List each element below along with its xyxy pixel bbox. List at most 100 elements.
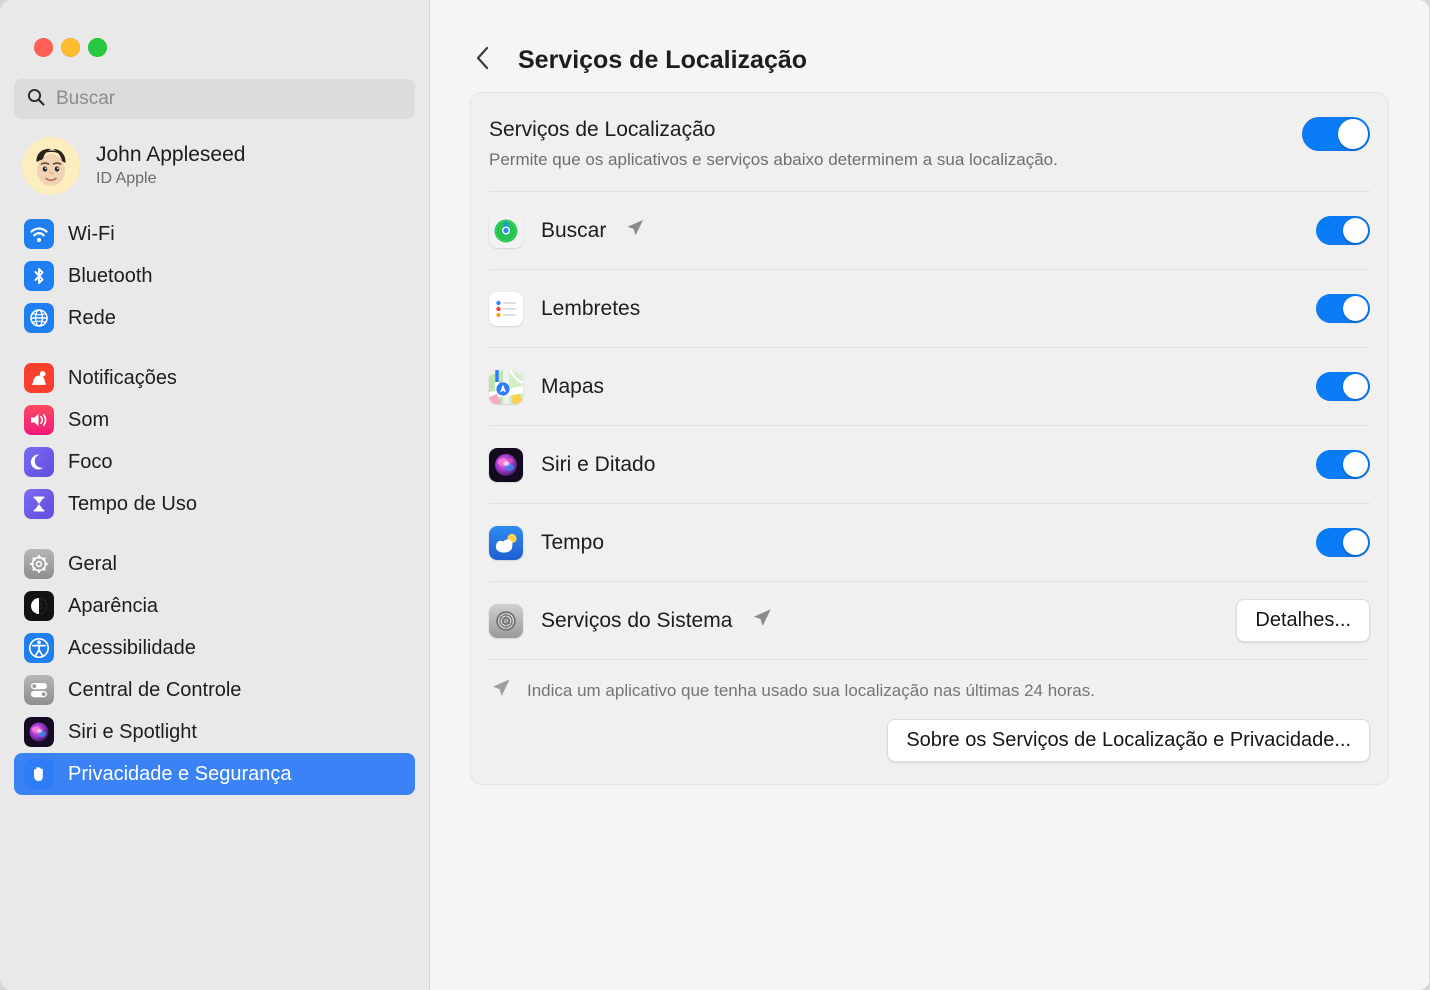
app-toggle-maps[interactable] [1316,372,1370,402]
main-content: Serviços de Localização Serviços de Loca… [430,0,1430,990]
sidebar-item-privacy-security[interactable]: Privacidade e Segurança [14,753,415,795]
sidebar-item-network[interactable]: Rede [14,297,415,339]
toggle-knob [1343,530,1368,556]
sidebar-item-label: Foco [68,450,113,473]
sidebar-item-label: Som [68,408,110,431]
sidebar-item-label: Rede [68,306,116,329]
bluetooth-icon [24,261,54,291]
sidebar-item-siri-spotlight[interactable]: Siri e Spotlight [14,711,415,753]
siri-orb-icon [24,717,54,747]
sidebar-item-label: Acessibilidade [68,636,196,659]
toggle-knob [1338,119,1368,149]
minimize-button[interactable] [61,38,80,57]
sidebar: John Appleseed ID Apple Wi-Fi [0,0,430,990]
sidebar-item-accessibility[interactable]: Acessibilidade [14,627,415,669]
sidebar-item-label: Wi-Fi [68,222,115,245]
sidebar-item-general[interactable]: Geral [14,543,415,585]
search-field[interactable] [14,79,415,119]
sidebar-item-notifications[interactable]: Notificações [14,357,415,399]
window-controls [14,0,415,57]
sidebar-item-screen-time[interactable]: Tempo de Uso [14,483,415,525]
location-arrow-icon [489,676,513,705]
footnote-row: Indica um aplicativo que tenha usado sua… [489,660,1370,711]
location-services-master-toggle[interactable] [1302,117,1370,151]
sidebar-item-bluetooth[interactable]: Bluetooth [14,255,415,297]
search-input[interactable] [56,88,403,110]
chevron-left-icon [473,45,493,76]
app-name: Mapas [541,374,605,398]
app-toggle-find-my[interactable] [1316,216,1370,246]
sidebar-group-system-alerts: Notificações Som Foco Tempo de Uso [14,357,415,525]
close-button[interactable] [34,38,53,57]
master-toggle-row: Serviços de Localização Permite que os a… [489,93,1370,191]
location-services-card: Serviços de Localização Permite que os a… [470,92,1389,786]
app-toggle-weather[interactable] [1316,528,1370,558]
sidebar-item-label: Geral [68,552,117,575]
maximize-button[interactable] [88,38,107,57]
sidebar-item-focus[interactable]: Foco [14,441,415,483]
sidebar-item-label: Central de Controle [68,678,242,701]
app-toggle-siri-dictation[interactable] [1316,450,1370,480]
reminders-icon [489,291,523,326]
sidebar-item-label: Notificações [68,366,177,389]
search-icon [26,87,46,112]
sidebar-group-connectivity: Wi-Fi Bluetooth Rede [14,213,415,339]
app-name: Siri e Ditado [541,452,656,476]
sidebar-item-label: Tempo de Uso [68,492,197,515]
main-header: Serviços de Localização [470,0,1389,92]
location-arrow-icon [624,217,646,244]
sidebar-item-wifi[interactable]: Wi-Fi [14,213,415,255]
app-name: Buscar [541,218,607,242]
control-center-icon [24,675,54,705]
master-title: Serviços de Localização [489,118,716,141]
appearance-contrast-icon [24,591,54,621]
system-services-gear-icon [489,603,523,638]
general-gear-icon [24,549,54,579]
privacy-hand-icon [24,759,54,789]
location-arrow-icon [750,606,774,635]
system-services-name: Serviços do Sistema [541,608,733,632]
sidebar-item-sound[interactable]: Som [14,399,415,441]
back-button[interactable] [470,45,496,76]
siri-orb-icon [489,447,523,482]
about-location-services-button[interactable]: Sobre os Serviços de Localização e Priva… [887,719,1370,763]
wifi-icon [24,219,54,249]
app-row-siri-dictation: Siri e Ditado [489,426,1370,503]
app-row-reminders: Lembretes [489,270,1370,347]
details-button[interactable]: Detalhes... [1236,599,1370,643]
about-row: Sobre os Serviços de Localização e Priva… [489,711,1370,784]
master-subtitle: Permite que os aplicativos e serviços ab… [489,150,1058,170]
sidebar-item-label: Siri e Spotlight [68,720,197,743]
app-row-maps: Mapas [489,348,1370,425]
app-row-find-my: Buscar [489,192,1370,269]
sidebar-item-label: Privacidade e Segurança [68,762,292,785]
toggle-knob [1343,374,1368,400]
network-globe-icon [24,303,54,333]
toggle-knob [1343,296,1368,322]
app-toggle-reminders[interactable] [1316,294,1370,324]
app-row-weather: Tempo [489,504,1370,581]
account-name: John Appleseed [96,142,246,166]
sound-speaker-icon [24,405,54,435]
account-row[interactable]: John Appleseed ID Apple [14,119,415,205]
toggle-knob [1343,218,1368,244]
app-name: Tempo [541,530,605,554]
page-title: Serviços de Localização [518,45,808,74]
focus-moon-icon [24,447,54,477]
weather-icon [489,525,523,560]
app-name: Lembretes [541,296,641,320]
notifications-bell-icon [24,363,54,393]
account-subtitle: ID Apple [96,169,157,187]
avatar [22,137,80,195]
screen-time-hourglass-icon [24,489,54,519]
sidebar-nav: Wi-Fi Bluetooth Rede Notificações Som Fo… [14,213,415,795]
footnote-text: Indica um aplicativo que tenha usado sua… [527,680,1095,700]
sidebar-item-appearance[interactable]: Aparência [14,585,415,627]
maps-icon [489,369,523,404]
sidebar-item-control-center[interactable]: Central de Controle [14,669,415,711]
sidebar-group-general: Geral Aparência Acessibilidade Central d… [14,543,415,795]
settings-window: John Appleseed ID Apple Wi-Fi [0,0,1430,990]
sidebar-item-label: Aparência [68,594,159,617]
sidebar-item-label: Bluetooth [68,264,153,287]
system-services-row: Serviços do Sistema Detalhes... [489,582,1370,659]
